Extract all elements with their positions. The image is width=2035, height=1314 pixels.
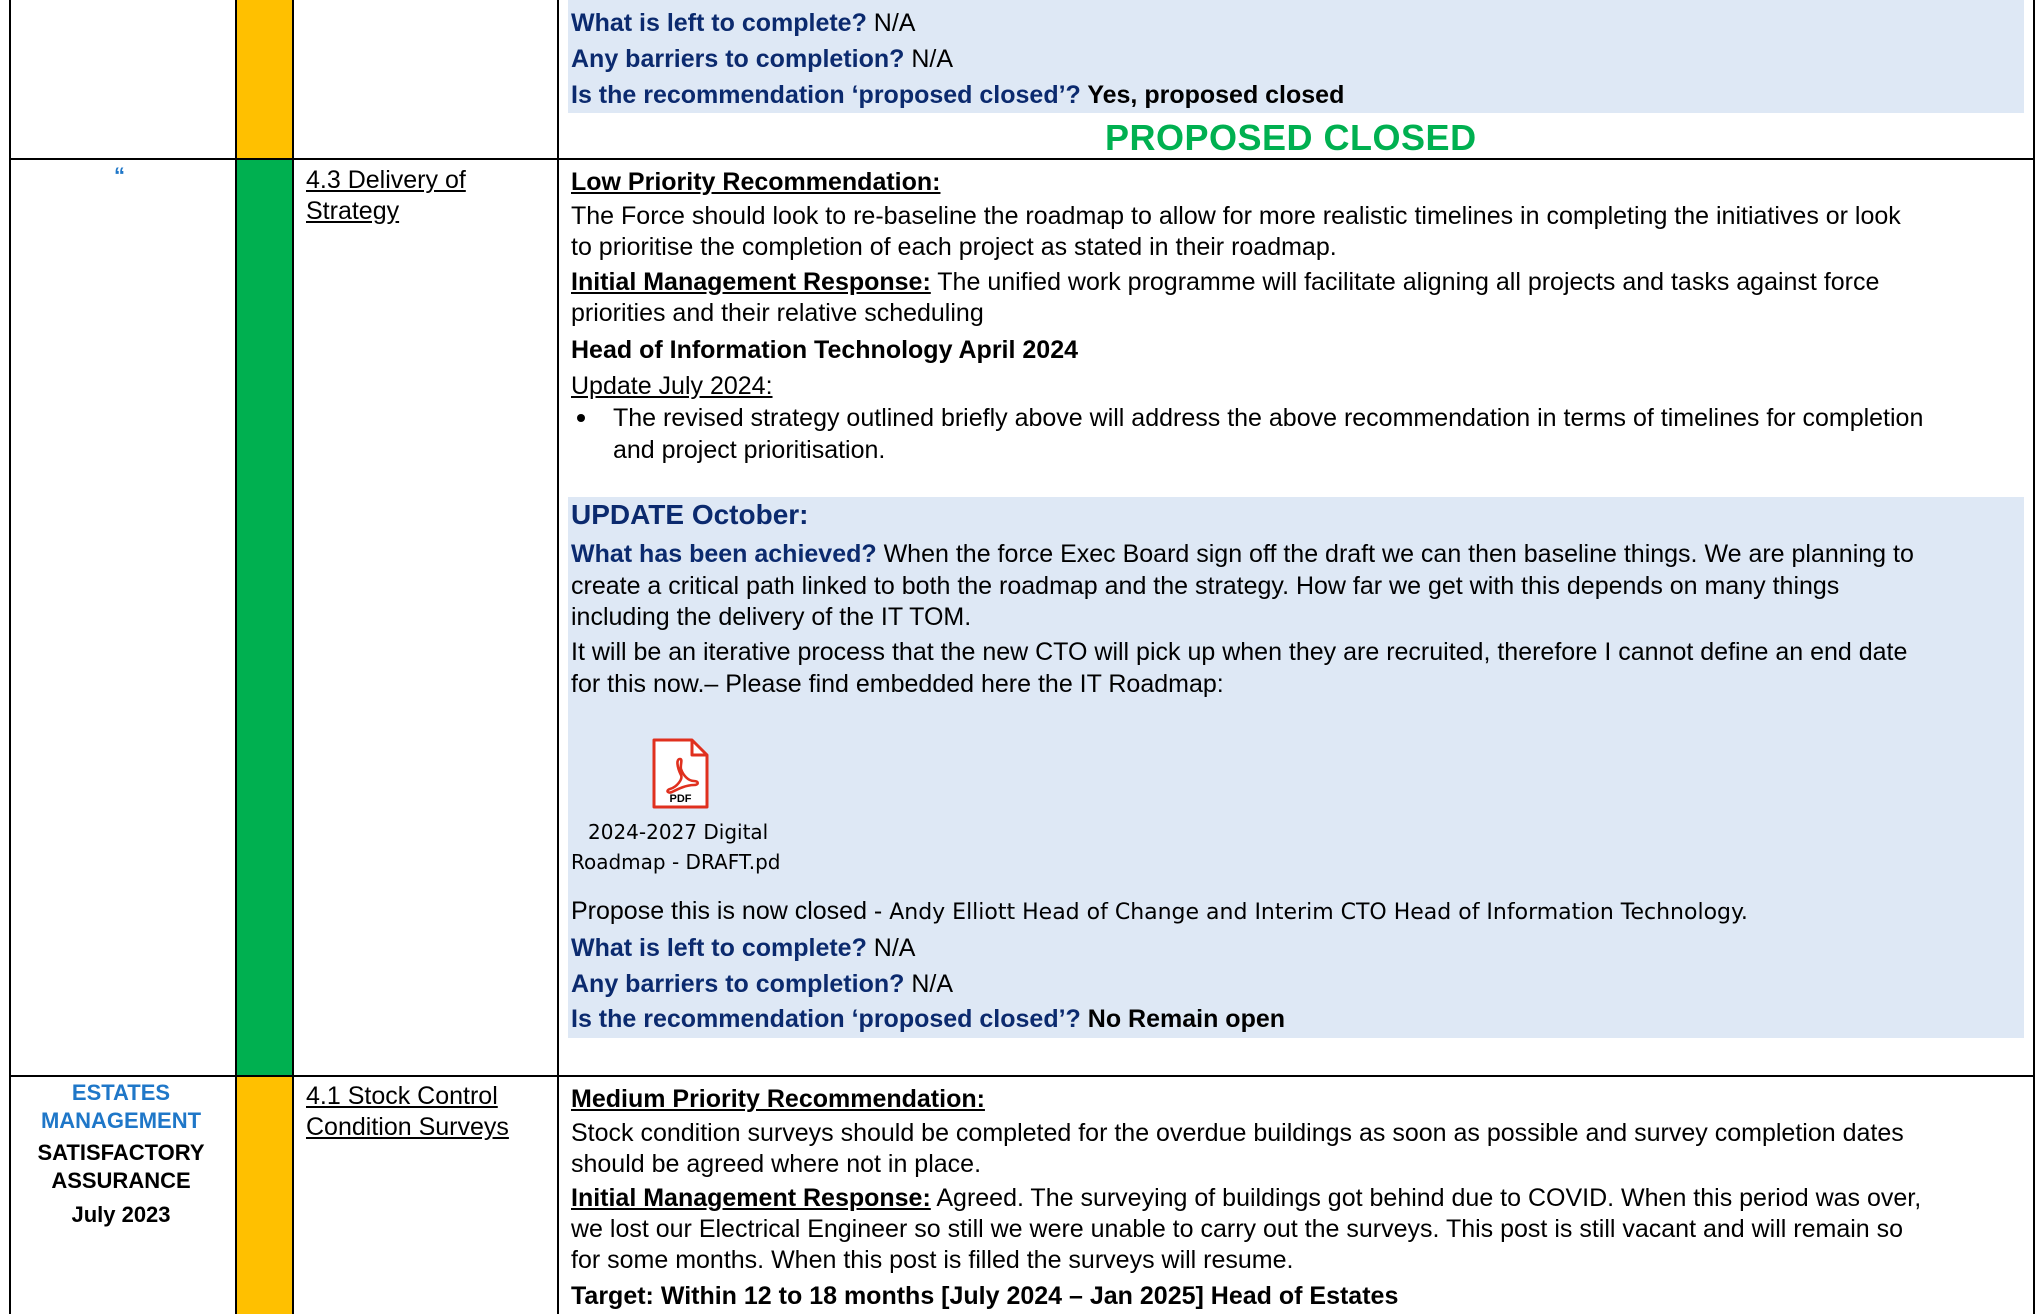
management-response-text: we lost our Electrical Engineer so still…: [571, 1215, 1904, 1243]
propose-closed-text: Propose this is now closed - Andy Elliot…: [571, 895, 1748, 929]
recommendation-text: Stock condition surveys should be comple…: [571, 1119, 1904, 1147]
management-response-text: The unified work programme will facilita…: [930, 268, 1880, 296]
attachment-filename[interactable]: Roadmap - DRAFT.pd: [571, 847, 797, 877]
grid-line: [235, 0, 237, 1314]
achieved-value: When the force Exec Board sign off the d…: [876, 540, 1914, 568]
proposed-closed-label: Is the recommendation ‘proposed closed’?: [571, 81, 1081, 109]
barriers-label: Any barriers to completion?: [571, 45, 905, 73]
propose-name: Andy Elliott Head of Change and Interim …: [889, 900, 1748, 925]
attachment-filename[interactable]: 2024-2027 Digital: [588, 817, 768, 847]
proposed-closed-value: No Remain open: [1080, 1005, 1286, 1033]
barriers-value: N/A: [904, 45, 954, 73]
management-response-label: Initial Management Response:: [571, 1184, 931, 1212]
proposed-closed: Is the recommendation ‘proposed closed’?…: [571, 1003, 1285, 1035]
ditto-mark: “: [114, 163, 125, 188]
rag-green-cell-strategy: [236, 160, 292, 1075]
area-title: MANAGEMENT: [40, 1108, 202, 1133]
management-response: Initial Management Response: The unified…: [571, 266, 1879, 298]
reference-link[interactable]: Condition Surveys: [306, 1111, 509, 1143]
update-july-heading: Update July 2024:: [571, 372, 773, 400]
left-to-complete-value: N/A: [866, 934, 916, 962]
barriers: Any barriers to completion? N/A: [571, 43, 953, 75]
propose-prefix: Propose this is now closed -: [571, 897, 890, 925]
management-response-label: Initial Management Response:: [571, 268, 931, 296]
left-to-complete: What is left to complete? N/A: [571, 932, 915, 964]
status-banner: PROPOSED CLOSED: [1105, 117, 1477, 158]
proposed-closed-label: Is the recommendation ‘proposed closed’?: [571, 1005, 1081, 1033]
management-response-text: priorities and their relative scheduling: [571, 299, 984, 327]
grid-line: [292, 0, 294, 1314]
pdf-file-icon: PDF: [652, 738, 709, 809]
achieved-text: create a critical path linked to both th…: [571, 572, 1840, 600]
left-to-complete: What is left to complete? N/A: [571, 7, 915, 39]
update-october-heading: UPDATE October:: [571, 499, 809, 530]
recommendation-text: should be agreed where not in place.: [571, 1150, 982, 1178]
reference-link[interactable]: Strategy: [306, 195, 399, 227]
priority-heading: Medium Priority Recommendation:: [571, 1085, 985, 1113]
left-to-complete-label: What is left to complete?: [571, 934, 867, 962]
row-divider: [10, 1075, 2035, 1077]
recommendation-text: The Force should look to re-baseline the…: [571, 202, 1901, 230]
target-line: Target: Within 12 to 18 months [July 202…: [571, 1282, 1399, 1310]
row-divider: [10, 158, 2035, 160]
proposed-closed: Is the recommendation ‘proposed closed’?…: [571, 79, 1344, 111]
priority-heading: Low Priority Recommendation:: [571, 168, 941, 196]
iterative-text: It will be an iterative process that the…: [571, 638, 1908, 666]
bullet-icon: [577, 414, 585, 422]
pdf-attachment-icon[interactable]: PDF: [650, 737, 710, 811]
barriers: Any barriers to completion? N/A: [571, 968, 953, 1000]
pdf-badge-text: PDF: [670, 793, 692, 805]
left-to-complete-label: What is left to complete?: [571, 9, 867, 37]
assurance-rating: ASSURANCE: [51, 1168, 191, 1193]
management-response-text: for some months. When this post is fille…: [571, 1246, 1294, 1274]
management-response: Initial Management Response: Agreed. The…: [571, 1182, 1921, 1214]
grid-line: [9, 0, 11, 1314]
rag-amber-cell-estates: [236, 1077, 292, 1314]
bullet-text: and project prioritisation.: [613, 436, 886, 464]
achieved-text: What has been achieved? When the force E…: [571, 538, 1914, 570]
rag-amber-cell-top: [236, 0, 292, 158]
grid-line: [557, 0, 559, 1314]
owner-line: Head of Information Technology April 202…: [571, 336, 1079, 364]
bullet-text: The revised strategy outlined briefly ab…: [613, 404, 1924, 432]
achieved-label: What has been achieved?: [571, 540, 877, 568]
audit-date: July 2023: [71, 1202, 171, 1227]
reference-link[interactable]: 4.3 Delivery of: [306, 164, 466, 196]
left-to-complete-value: N/A: [866, 9, 916, 37]
recommendation-text: to prioritise the completion of each pro…: [571, 233, 1337, 261]
proposed-closed-value: Yes, proposed closed: [1080, 81, 1345, 109]
barriers-value: N/A: [904, 970, 954, 998]
achieved-text: including the delivery of the IT TOM.: [571, 603, 972, 631]
iterative-text: for this now.– Please find embedded here…: [571, 670, 1224, 698]
area-title: ESTATES: [71, 1080, 171, 1105]
assurance-rating: SATISFACTORY: [37, 1140, 205, 1165]
management-response-text: Agreed. The surveying of buildings got b…: [930, 1184, 1922, 1212]
barriers-label: Any barriers to completion?: [571, 970, 905, 998]
reference-link[interactable]: 4.1 Stock Control: [306, 1080, 498, 1112]
